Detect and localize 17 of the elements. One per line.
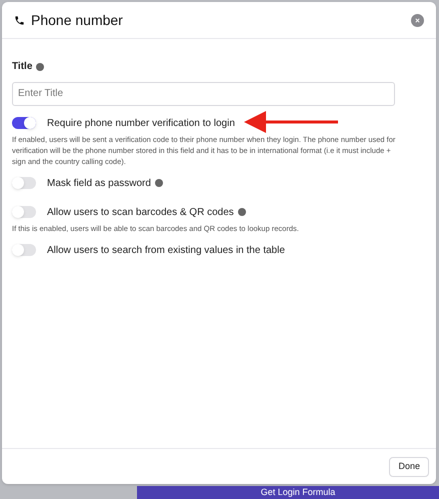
option-label: Allow users to scan barcodes & QR codes: [47, 206, 234, 220]
close-icon: [415, 18, 420, 22]
background-button[interactable]: Get Login Formula: [137, 486, 439, 499]
toggle-switch[interactable]: [12, 117, 36, 129]
done-button[interactable]: Done: [389, 456, 429, 476]
toggle-switch[interactable]: [12, 177, 36, 189]
close-button[interactable]: [411, 14, 424, 26]
option-label: Mask field as password: [47, 176, 151, 190]
option-label: Allow users to search from existing values in the table: [47, 244, 285, 258]
help-icon: [36, 62, 44, 70]
toggle-switch[interactable]: [12, 244, 36, 256]
title-input[interactable]: Enter Title: [12, 82, 395, 106]
toggle-switch[interactable]: [12, 206, 36, 218]
dialog-title: Phone number: [31, 10, 123, 30]
field-label: Title: [12, 60, 32, 74]
option-label: Require phone number verification to login: [47, 116, 235, 130]
phone-icon: [14, 14, 25, 26]
